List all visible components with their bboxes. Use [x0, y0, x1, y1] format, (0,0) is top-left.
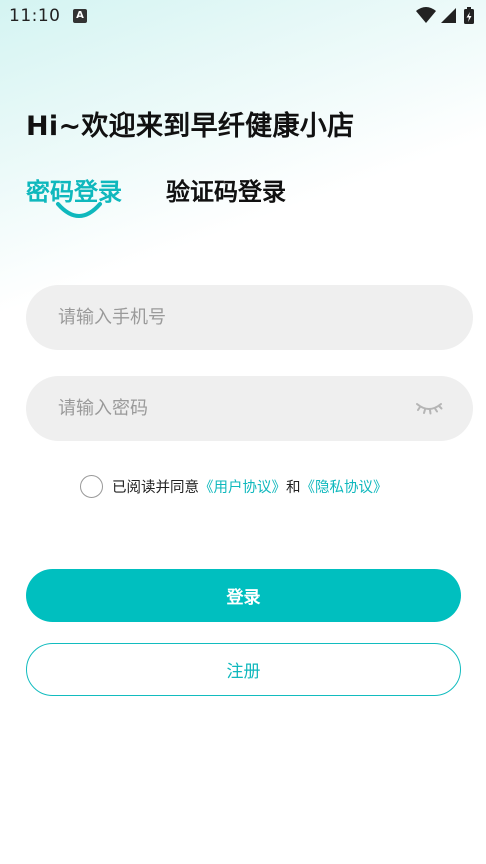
agreement-conjunction: 和: [286, 479, 301, 496]
register-button[interactable]: 注册: [26, 643, 461, 696]
agreement-prefix: 已阅读并同意: [112, 479, 199, 496]
user-agreement-link[interactable]: 《用户协议》: [199, 476, 286, 497]
phone-input[interactable]: [26, 285, 473, 350]
status-time: 11:10: [9, 6, 61, 26]
login-button[interactable]: 登录: [26, 569, 461, 622]
notification-a-icon: A: [73, 9, 87, 23]
header-background: [0, 0, 486, 330]
password-field: [26, 376, 473, 441]
status-icons: [416, 6, 478, 26]
battery-charging-icon: [464, 7, 474, 24]
eye-closed-icon[interactable]: [415, 396, 443, 418]
wifi-icon: [416, 7, 436, 23]
active-tab-indicator-icon: [56, 202, 102, 218]
welcome-title: Hi~欢迎来到早纤健康小店: [26, 111, 355, 142]
agreement-checkbox[interactable]: [80, 474, 103, 498]
password-input[interactable]: [26, 376, 473, 441]
tab-sms-login[interactable]: 验证码登录: [166, 172, 286, 207]
signal-icon: [441, 8, 456, 23]
agreement-row: 已阅读并同意 《用户协议》 和 《隐私协议》: [80, 474, 388, 498]
privacy-policy-link[interactable]: 《隐私协议》: [301, 476, 388, 497]
phone-field: [26, 285, 473, 350]
status-bar: 11:10 A: [0, 0, 486, 34]
